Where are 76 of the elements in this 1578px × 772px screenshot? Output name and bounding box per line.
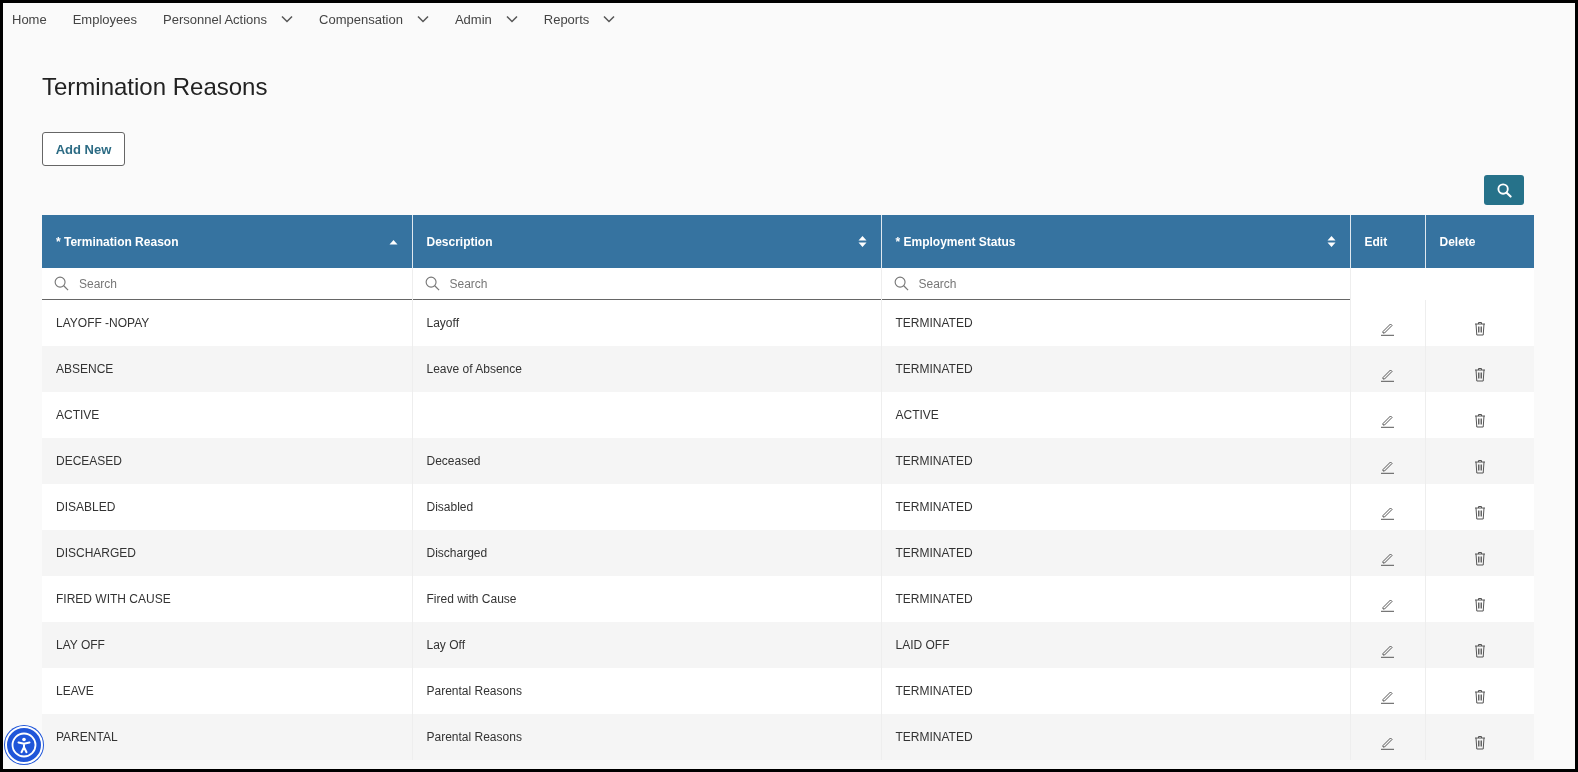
search-icon [893, 276, 909, 291]
nav-menu-item[interactable]: Reports [543, 11, 616, 27]
trash-icon[interactable] [1473, 321, 1486, 336]
column-label: Edit [1364, 234, 1388, 249]
column-label: * Employment Status [895, 234, 1016, 249]
chevron-down-icon [505, 15, 518, 23]
table-cell: Discharged [426, 546, 488, 560]
table-cell: TERMINATED [895, 316, 973, 330]
table-cell: PARENTAL [56, 730, 118, 744]
trash-icon[interactable] [1473, 551, 1486, 566]
table-cell: TERMINATED [895, 454, 973, 468]
search-icon [54, 276, 69, 291]
trash-icon[interactable] [1473, 597, 1486, 612]
table-cell: LAYOFF -NOPAY [56, 316, 150, 330]
table-cell: DECEASED [56, 454, 123, 468]
table-cell: TERMINATED [895, 362, 973, 376]
edit-pencil-icon[interactable] [1380, 689, 1395, 704]
table-cell: Deceased [426, 454, 481, 468]
edit-pencil-icon[interactable] [1380, 413, 1395, 428]
edit-pencil-icon[interactable] [1380, 551, 1395, 566]
table-cell: ABSENCE [56, 362, 114, 376]
table-cell: LEAVE [56, 684, 94, 698]
accessibility-button[interactable] [5, 726, 43, 764]
column-label: Description [426, 234, 493, 249]
trash-icon[interactable] [1473, 413, 1486, 428]
table-cell: DISCHARGED [56, 546, 136, 560]
table-cell: TERMINATED [895, 730, 973, 744]
nav-menu-item[interactable]: Admin [454, 11, 518, 27]
chevron-down-icon [603, 15, 616, 23]
table-cell: TERMINATED [895, 546, 973, 560]
table-cell: LAID OFF [895, 638, 950, 652]
accessibility-person-icon [11, 732, 37, 758]
search-button[interactable] [1484, 175, 1524, 205]
sort-ascending-icon[interactable] [388, 238, 398, 245]
trash-icon[interactable] [1473, 643, 1486, 658]
edit-pencil-icon[interactable] [1380, 597, 1395, 612]
chevron-down-icon [416, 15, 429, 23]
nav-menu-item[interactable]: Home [12, 11, 47, 27]
table-cell: LAY OFF [56, 638, 105, 652]
table-cell: TERMINATED [895, 592, 973, 606]
edit-pencil-icon[interactable] [1380, 321, 1395, 336]
search-icon [1496, 182, 1512, 198]
sort-icon[interactable] [857, 235, 867, 248]
table-cell: Lay Off [426, 638, 465, 652]
table-cell: Parental Reasons [426, 684, 522, 698]
table-cell: Leave of Absence [426, 362, 522, 376]
nav-menu-item[interactable]: Compensation [319, 11, 429, 27]
sort-icon[interactable] [1326, 235, 1336, 248]
trash-icon[interactable] [1473, 735, 1486, 750]
table-cell: Parental Reasons [426, 730, 522, 744]
edit-pencil-icon[interactable] [1380, 643, 1395, 658]
page-title: Termination Reasons [42, 73, 269, 102]
table-cell: Layoff [426, 316, 459, 330]
column-label: Delete [1439, 234, 1476, 249]
nav-menu-item[interactable]: Personnel Actions [163, 11, 294, 27]
table-cell: Disabled [426, 500, 474, 514]
edit-pencil-icon[interactable] [1380, 459, 1395, 474]
column-label: * Termination Reason [56, 234, 179, 249]
table-cell: DISABLED [56, 500, 116, 514]
chevron-down-icon [281, 15, 294, 23]
table-cell: TERMINATED [895, 684, 973, 698]
search-icon [424, 276, 440, 291]
trash-icon[interactable] [1473, 689, 1486, 704]
table-cell: FIRED WITH CAUSE [56, 592, 171, 606]
table-cell: ACTIVE [895, 408, 939, 422]
edit-pencil-icon[interactable] [1380, 505, 1395, 520]
trash-icon[interactable] [1473, 367, 1486, 382]
nav-menu-item[interactable]: Employees [72, 11, 137, 27]
table-cell: TERMINATED [895, 500, 973, 514]
edit-pencil-icon[interactable] [1380, 735, 1395, 750]
trash-icon[interactable] [1473, 459, 1486, 474]
add-new-button[interactable]: Add New [42, 132, 125, 166]
trash-icon[interactable] [1473, 505, 1486, 520]
table-cell: ACTIVE [56, 408, 100, 422]
table-cell: Fired with Cause [426, 592, 517, 606]
edit-pencil-icon[interactable] [1380, 367, 1395, 382]
